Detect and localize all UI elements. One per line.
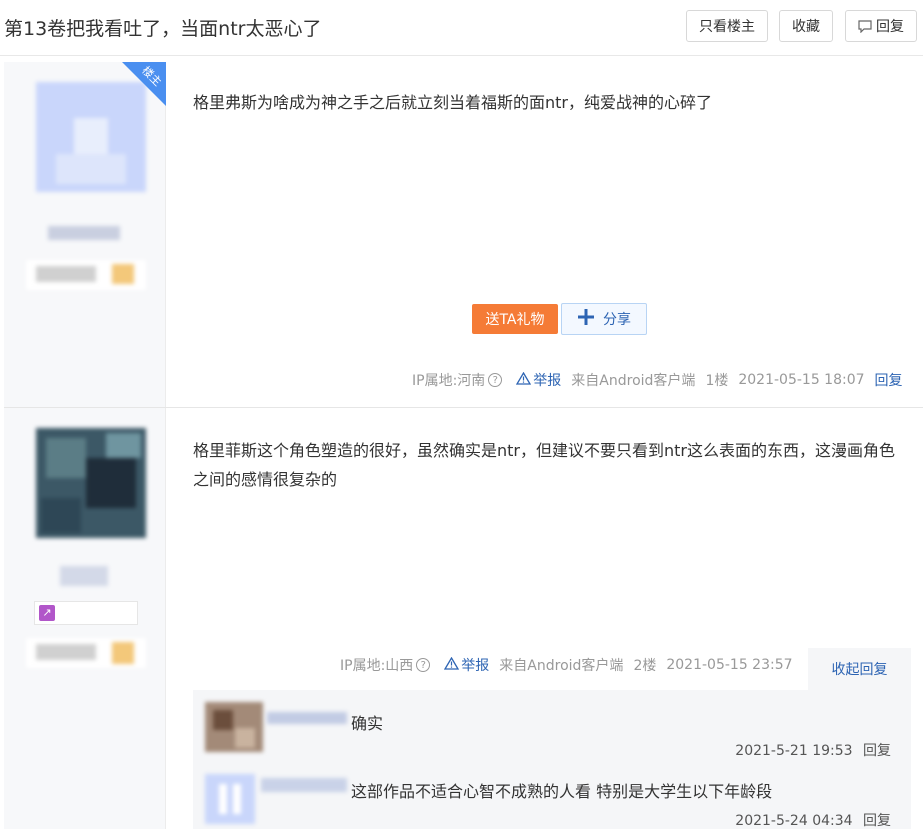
- share-button[interactable]: 分享: [561, 303, 647, 335]
- comment-icon: [858, 19, 872, 33]
- thread-header: 第13卷把我看吐了，当面ntr太恶心了 只看楼主 收藏 回复: [0, 0, 923, 56]
- post-floor-1: 楼主 格里弗斯为啥成为神之手之后就立刻当着福斯的面ntr，纯爱战神的心碎了 送T…: [4, 62, 923, 408]
- avatar[interactable]: [36, 428, 146, 538]
- sub-reply-link[interactable]: 回复: [863, 813, 891, 829]
- floor-number: 1楼: [705, 373, 729, 389]
- post-meta: IP属地:河南 ? 举报 来自Android客户端 1楼 2021-05-15 …: [412, 370, 903, 390]
- sub-reply: 这部作品不适合心智不成熟的人看 特别是大学生以下年龄段 2021-5-24 04…: [193, 762, 911, 829]
- author-sidebar: ↗: [4, 408, 166, 829]
- report-link[interactable]: 举报: [461, 655, 489, 675]
- sub-reply-text: 确实: [351, 714, 384, 733]
- reply-button[interactable]: 回复: [845, 10, 917, 42]
- warning-icon: [516, 371, 532, 389]
- sub-reply: 确实 2021-5-21 19:53 回复: [193, 690, 911, 760]
- reply-link[interactable]: 回复: [875, 370, 903, 390]
- warning-icon: [444, 656, 460, 674]
- username[interactable]: [48, 226, 120, 240]
- level-badge: [26, 260, 146, 290]
- username[interactable]: [60, 566, 108, 586]
- report-link[interactable]: 举报: [533, 370, 561, 390]
- post-floor-2: ↗ 格里菲斯这个角色塑造的很好，虽然确实是ntr，但建议不要只看到ntr这么表面…: [4, 408, 923, 829]
- send-gift-button[interactable]: 送TA礼物: [472, 304, 558, 334]
- thread-title: 第13卷把我看吐了，当面ntr太恶心了: [4, 18, 322, 40]
- level-badge: [26, 638, 146, 668]
- author-sidebar: 楼主: [4, 62, 166, 407]
- post-content: 格里弗斯为啥成为神之手之后就立刻当着福斯的面ntr，纯爱战神的心碎了: [193, 93, 712, 112]
- client-source: 来自Android客户端: [571, 373, 696, 389]
- share-plus-icon: [577, 308, 595, 330]
- sub-reply-avatar[interactable]: [205, 702, 263, 752]
- title-badge: ↗: [34, 601, 138, 625]
- sub-reply-avatar[interactable]: [205, 774, 255, 824]
- gift-label: 送TA礼物: [485, 312, 545, 328]
- badge-icon: ↗: [39, 605, 55, 621]
- post-content: 格里菲斯这个角色塑造的很好，虽然确实是ntr，但建议不要只看到ntr这么表面的东…: [193, 441, 895, 489]
- sub-reply-username[interactable]: [261, 778, 347, 792]
- only-op-button[interactable]: 只看楼主: [686, 10, 768, 42]
- post-time: 2021-05-15 23:57: [666, 657, 793, 673]
- collapse-replies-button[interactable]: 收起回复: [808, 648, 911, 690]
- favorite-label: 收藏: [792, 19, 820, 35]
- sub-reply-list: 确实 2021-5-21 19:53 回复 这部作品不适合心智不成熟的人看 特别…: [193, 690, 911, 829]
- ip-location: IP属地:河南: [412, 373, 486, 389]
- help-icon[interactable]: ?: [488, 373, 503, 387]
- ip-location: IP属地:山西: [340, 658, 414, 674]
- favorite-button[interactable]: 收藏: [779, 10, 833, 42]
- post-time: 2021-05-15 18:07: [738, 372, 865, 388]
- post-meta: IP属地:山西 ? 举报 来自Android客户端 2楼 2021-05-15 …: [340, 655, 793, 675]
- sub-reply-meta: 2021-5-24 04:34 回复: [735, 810, 891, 829]
- help-icon[interactable]: ?: [416, 658, 431, 672]
- sub-reply-time: 2021-5-24 04:34: [735, 813, 853, 829]
- share-label: 分享: [603, 312, 631, 328]
- only-op-label: 只看楼主: [699, 19, 755, 35]
- sub-reply-meta: 2021-5-21 19:53 回复: [735, 740, 891, 760]
- floor-number: 2楼: [633, 658, 657, 674]
- client-source: 来自Android客户端: [499, 658, 624, 674]
- sub-reply-text: 这部作品不适合心智不成熟的人看 特别是大学生以下年龄段: [351, 782, 773, 801]
- sub-reply-username[interactable]: [267, 712, 347, 724]
- sub-reply-time: 2021-5-21 19:53: [735, 743, 853, 759]
- sub-reply-link[interactable]: 回复: [863, 743, 891, 759]
- op-badge: 楼主: [122, 62, 166, 106]
- reply-label: 回复: [876, 19, 904, 35]
